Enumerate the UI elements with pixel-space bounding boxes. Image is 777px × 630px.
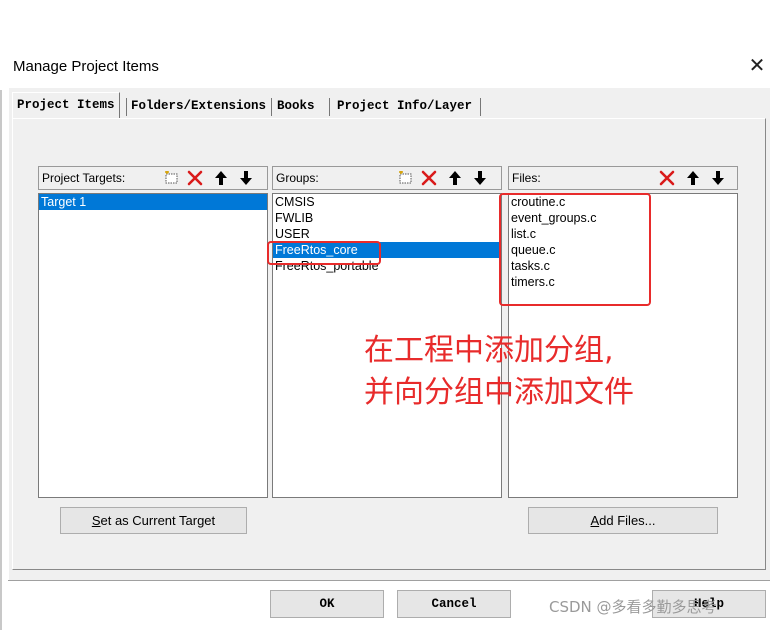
- window-title: Manage Project Items: [13, 58, 159, 75]
- move-up-arrow-icon[interactable]: [445, 169, 465, 187]
- targets-listbox[interactable]: Target 1: [38, 193, 268, 498]
- file-item[interactable]: event_groups.c: [509, 210, 737, 226]
- file-item[interactable]: queue.c: [509, 242, 737, 258]
- group-item[interactable]: FreeRtos_portable: [273, 258, 501, 274]
- targets-header-label: Project Targets:: [42, 171, 126, 185]
- window-left-edge: [0, 90, 2, 630]
- group-item[interactable]: FWLIB: [273, 210, 501, 226]
- target-item[interactable]: Target 1: [39, 194, 267, 210]
- groups-header-label: Groups:: [276, 171, 319, 185]
- annotation-line-1: 在工程中添加分组,: [364, 333, 614, 368]
- annotation-line-2: 并向分组中添加文件: [364, 375, 634, 410]
- move-up-arrow-icon[interactable]: [683, 169, 703, 187]
- add-files-label: Add Files...: [590, 513, 656, 528]
- cancel-button[interactable]: Cancel: [397, 590, 511, 618]
- delete-x-icon[interactable]: [657, 169, 677, 187]
- ok-button[interactable]: OK: [270, 590, 384, 618]
- group-item[interactable]: FreeRtos_core: [273, 242, 501, 258]
- watermark: CSDN @多看多勤多思考: [549, 598, 717, 616]
- file-item[interactable]: croutine.c: [509, 194, 737, 210]
- tab-books[interactable]: Books: [273, 94, 319, 118]
- tab-separator: [480, 98, 481, 116]
- add-files-button[interactable]: Add Files...: [528, 507, 718, 534]
- tab-separator: [329, 98, 330, 116]
- group-item[interactable]: CMSIS: [273, 194, 501, 210]
- move-down-arrow-icon[interactable]: [470, 169, 490, 187]
- targets-panel-header: Project Targets:: [38, 166, 268, 190]
- tab-folders-extensions[interactable]: Folders/Extensions: [127, 94, 270, 118]
- new-item-icon[interactable]: [395, 169, 415, 187]
- move-down-arrow-icon[interactable]: [236, 169, 256, 187]
- file-item[interactable]: timers.c: [509, 274, 737, 290]
- delete-x-icon[interactable]: [419, 169, 439, 187]
- footer-divider: [8, 580, 770, 581]
- group-item[interactable]: USER: [273, 226, 501, 242]
- new-item-icon[interactable]: [161, 169, 181, 187]
- file-item[interactable]: list.c: [509, 226, 737, 242]
- files-panel-header: Files:: [508, 166, 738, 190]
- tab-project-info-layer[interactable]: Project Info/Layer: [333, 94, 476, 118]
- set-target-label: Set as Current Target: [91, 513, 216, 528]
- delete-x-icon[interactable]: [185, 169, 205, 187]
- groups-panel-header: Groups:: [272, 166, 502, 190]
- close-icon[interactable]: ✕: [746, 55, 768, 77]
- file-item[interactable]: tasks.c: [509, 258, 737, 274]
- tab-project-items[interactable]: Project Items: [12, 92, 120, 119]
- set-as-current-target-button[interactable]: Set as Current Target: [60, 507, 247, 534]
- files-header-label: Files:: [512, 171, 541, 185]
- move-down-arrow-icon[interactable]: [708, 169, 728, 187]
- move-up-arrow-icon[interactable]: [211, 169, 231, 187]
- tab-separator: [271, 98, 272, 116]
